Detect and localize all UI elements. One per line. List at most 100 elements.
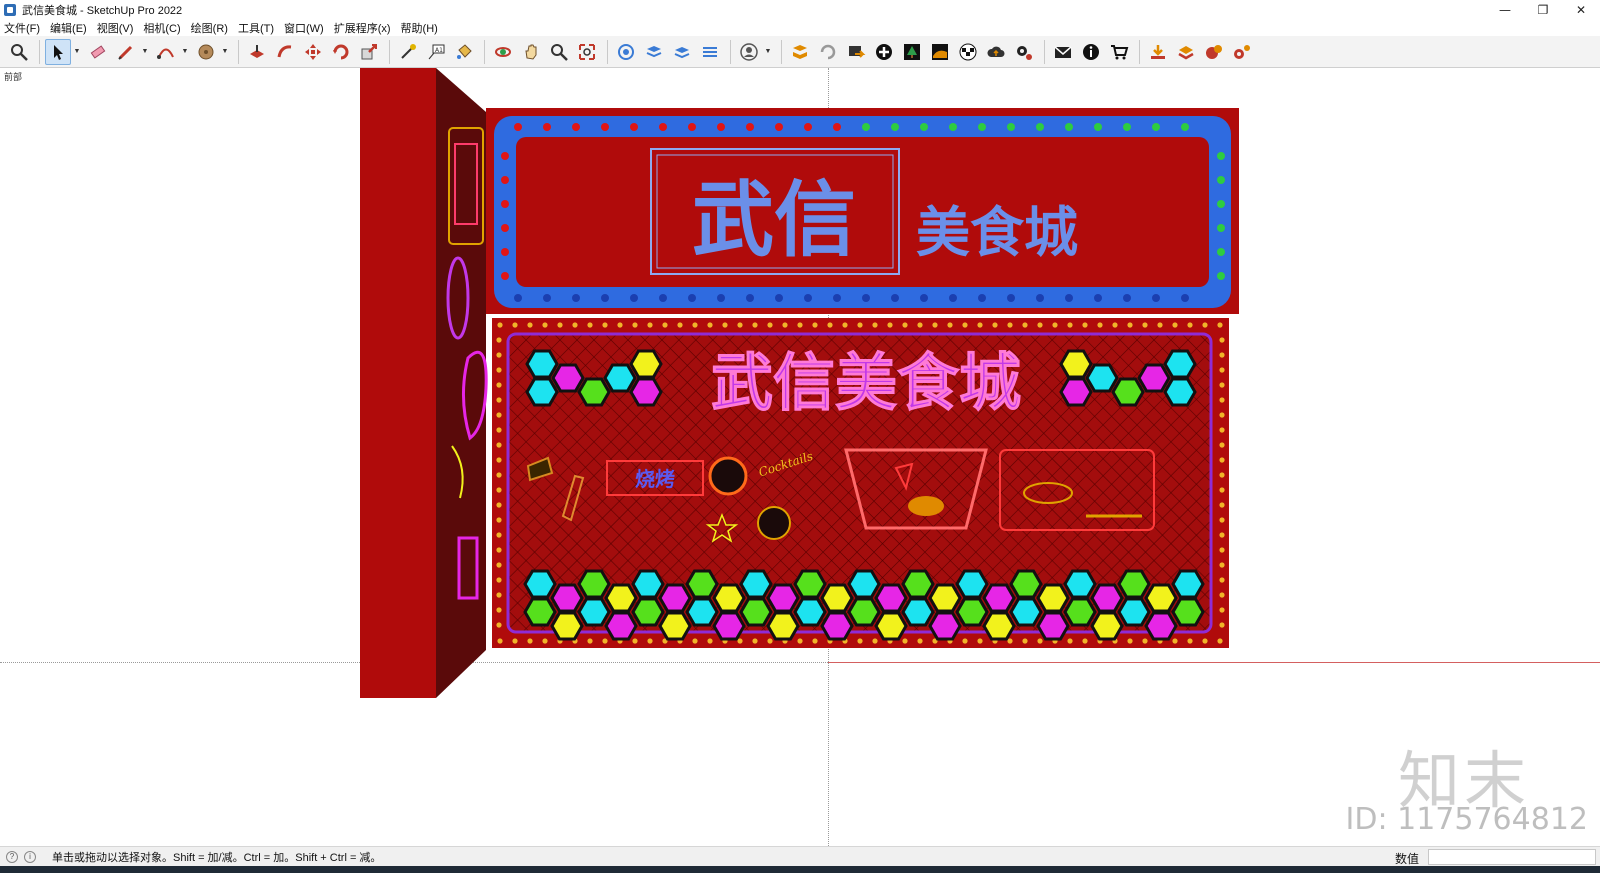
menu-tools[interactable]: 工具(T) [238,20,274,36]
checker-icon[interactable] [955,39,981,65]
light-dot [1217,248,1225,256]
plugin-gear-icon[interactable] [1229,39,1255,65]
menu-camera[interactable]: 相机(C) [143,20,180,36]
light-dot [752,638,758,644]
orbit-icon[interactable] [490,39,516,65]
menu-extensions[interactable]: 扩展程序(x) [334,20,391,36]
info-icon[interactable] [1078,39,1104,65]
maximize-button[interactable]: ❐ [1524,0,1562,20]
materials-icon[interactable] [697,39,723,65]
mail-icon[interactable] [1050,39,1076,65]
light-dot [1219,367,1225,373]
menu-view[interactable]: 视图(V) [97,20,134,36]
eraser-icon[interactable] [85,39,111,65]
scale-icon[interactable] [356,39,382,65]
light-dot [1181,294,1189,302]
neon-hexagon [658,583,692,613]
light-dot [542,322,548,328]
move-icon[interactable] [300,39,326,65]
warehouse-icon[interactable] [787,39,813,65]
light-dot [1082,322,1088,328]
light-dot [812,638,818,644]
menu-window[interactable]: 窗口(W) [284,20,324,36]
sign-logo-big-text: 武信 [692,172,856,268]
neon-hexagon [847,569,881,599]
sandbox-icon[interactable] [927,39,953,65]
light-dot [804,294,812,302]
tape-measure-icon[interactable] [395,39,421,65]
light-dot [496,562,502,568]
zoom-extents-icon[interactable] [574,39,600,65]
light-dot [1219,622,1225,628]
neon-hexagon [1036,583,1070,613]
zoom-tool-icon[interactable] [6,39,32,65]
shape-icon[interactable] [193,39,219,65]
light-dot [496,517,502,523]
light-dot [501,152,509,160]
add-circle-icon[interactable] [871,39,897,65]
light-dot [496,547,502,553]
refresh-icon[interactable] [815,39,841,65]
select-arrow-icon[interactable] [45,38,71,65]
pan-hand-icon[interactable] [518,39,544,65]
render-icon[interactable] [1201,39,1227,65]
neon-hexagon [1171,569,1205,599]
light-dot [527,322,533,328]
toolbar-separator [730,39,731,64]
light-dot [746,294,754,302]
paint-bucket-icon[interactable] [451,39,477,65]
text-label-icon[interactable]: A1 [423,39,449,65]
components-icon[interactable] [613,39,639,65]
upload-icon[interactable] [1173,39,1199,65]
user-account-icon[interactable] [736,39,762,65]
tree-icon[interactable] [899,39,925,65]
pencil-dropdown-icon[interactable]: ▼ [141,39,149,65]
toolbar-separator [1139,39,1140,64]
pencil-icon[interactable] [113,39,139,65]
arc-dropdown-icon[interactable]: ▼ [181,39,189,65]
light-dot [872,322,878,328]
light-dot [1082,638,1088,644]
clock-neon-icon [757,506,791,540]
close-button[interactable]: ✕ [1562,0,1600,20]
light-dot [602,322,608,328]
light-dot [1022,638,1028,644]
neon-hexagon [604,583,638,613]
rotate-icon[interactable] [328,39,354,65]
light-dot [920,123,928,131]
push-pull-icon[interactable] [244,39,270,65]
light-dot [572,123,580,131]
model-viewport[interactable]: 前部 武信 美食城 武信美食城 烧烤 Cocktails 知末 ID: 1175… [0,68,1600,846]
settings-gear-icon[interactable] [1011,39,1037,65]
light-dot [527,638,533,644]
menu-help[interactable]: 帮助(H) [401,20,438,36]
zoom-icon[interactable] [546,39,572,65]
menu-edit[interactable]: 编辑(E) [50,20,87,36]
download-icon[interactable] [1145,39,1171,65]
cart-icon[interactable] [1106,39,1132,65]
light-dot [1037,638,1043,644]
follow-me-icon[interactable] [272,39,298,65]
neon-hexagon [1171,597,1205,627]
light-dot [722,322,728,328]
light-dot [501,224,509,232]
credits-icon[interactable]: i [24,850,36,863]
user-dropdown-icon[interactable]: ▼ [764,39,772,65]
storefront-model[interactable]: 武信 美食城 武信美食城 烧烤 Cocktails [0,68,1600,846]
measurements-input[interactable] [1428,849,1596,865]
cloud-upload-icon[interactable] [983,39,1009,65]
export-icon[interactable] [843,39,869,65]
light-dot [587,322,593,328]
light-dot [842,322,848,328]
menu-file[interactable]: 文件(F) [4,20,40,36]
geo-location-icon[interactable]: ? [6,850,18,863]
arc-icon[interactable] [153,39,179,65]
shape-dropdown-icon[interactable]: ▼ [221,39,229,65]
select-dropdown-icon[interactable]: ▼ [73,39,81,65]
styles-icon[interactable] [669,39,695,65]
menu-bar: 文件(F) 编辑(E) 视图(V) 相机(C) 绘图(R) 工具(T) 窗口(W… [0,20,1600,36]
minimize-button[interactable]: — [1486,0,1524,20]
menu-draw[interactable]: 绘图(R) [191,20,228,36]
layers-icon[interactable] [641,39,667,65]
neon-hexagon [577,569,611,599]
